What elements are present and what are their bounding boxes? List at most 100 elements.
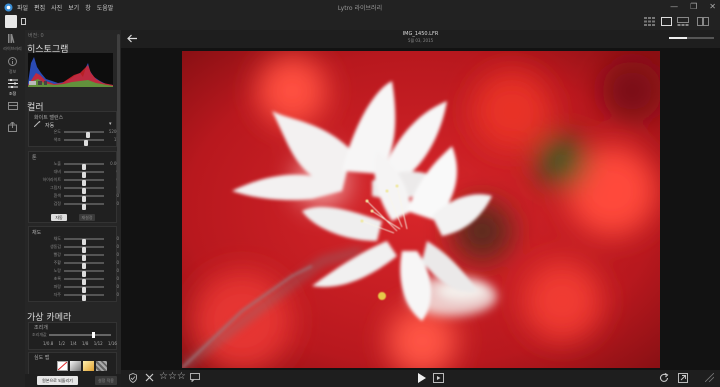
color-slider-track[interactable] xyxy=(64,278,104,285)
color-slider-row[interactable]: 빨강 0 xyxy=(25,251,121,261)
tone-slider-label: 노출 xyxy=(53,161,61,166)
tone-slider-track[interactable] xyxy=(64,171,104,178)
single-view-icon[interactable] xyxy=(661,17,672,28)
depth-swatch-light[interactable] xyxy=(70,361,81,371)
tone-slider-row[interactable]: 흰색 0 xyxy=(25,192,121,202)
depth-swatch-none[interactable] xyxy=(57,361,68,371)
minimize-button[interactable]: — xyxy=(670,2,678,11)
eyedropper-icon[interactable] xyxy=(33,121,43,128)
menu-window[interactable]: 창 xyxy=(85,3,91,12)
rail-stack[interactable] xyxy=(2,102,23,112)
comment-icon[interactable] xyxy=(190,373,200,384)
color-slider-track[interactable] xyxy=(64,262,104,269)
panel-scrollbar[interactable] xyxy=(117,34,120,194)
rail-adjust[interactable]: 조정 xyxy=(2,79,23,97)
play-icon[interactable] xyxy=(418,373,426,385)
histogram-clip-shadows-icon[interactable] xyxy=(29,81,36,85)
chevron-down-icon[interactable]: ▾ xyxy=(109,121,112,127)
menu-help[interactable]: 도움말 xyxy=(97,3,114,12)
tone-slider-track[interactable] xyxy=(64,187,104,194)
tone-slider-label: 흰색 xyxy=(53,193,61,198)
fstop-label: 1/2 xyxy=(58,341,65,346)
menu-file[interactable]: 파일 xyxy=(17,3,28,12)
white-balance-slider-row[interactable]: 색조17 xyxy=(25,136,121,146)
zoom-slider[interactable] xyxy=(669,37,714,39)
rating-stars[interactable]: ☆☆☆ xyxy=(159,371,186,382)
import-button[interactable] xyxy=(5,15,17,28)
color-slider-value: 0 xyxy=(116,292,119,297)
tone-reset-button[interactable]: 재설정 xyxy=(79,214,95,221)
color-slider-track[interactable] xyxy=(64,254,104,261)
tone-slider-label: 그림자 xyxy=(49,185,61,190)
adjust-icon xyxy=(7,79,18,90)
white-balance-slider-row[interactable]: 온도 5200 xyxy=(25,128,121,138)
toolbar xyxy=(0,14,720,30)
file-date: 5월 03, 2015 xyxy=(407,38,434,43)
tone-slider-row[interactable]: 대비0 xyxy=(25,168,121,178)
color-slider-track[interactable] xyxy=(64,294,104,301)
white-balance-slider-knob[interactable] xyxy=(84,140,88,146)
color-slider-label: 주황 xyxy=(53,260,61,265)
tone-slider-track[interactable] xyxy=(64,179,104,186)
tone-slider-row[interactable]: 그림자0 xyxy=(25,184,121,194)
aperture-slider[interactable] xyxy=(49,332,111,338)
compare-view-icon[interactable] xyxy=(697,17,709,28)
maximize-button[interactable]: ❐ xyxy=(690,2,697,11)
close-button[interactable]: ✕ xyxy=(709,2,716,11)
color-slider-row[interactable]: 주황 0 xyxy=(25,259,121,269)
color-slider-track[interactable] xyxy=(64,286,104,293)
tone-slider-label: 검정 xyxy=(53,201,61,206)
new-window-icon[interactable] xyxy=(21,18,26,25)
color-slider-track[interactable] xyxy=(64,238,104,245)
rail-library-label: 라이브러리 xyxy=(3,46,22,51)
shield-check-icon[interactable] xyxy=(129,373,137,385)
rail-info[interactable]: 정보 xyxy=(2,57,23,75)
white-balance-slider-track[interactable] xyxy=(64,139,104,146)
menu-photo[interactable]: 사진 xyxy=(51,3,62,12)
menu-edit[interactable]: 편집 xyxy=(34,3,45,12)
reject-x-icon[interactable] xyxy=(145,373,154,384)
left-rail: 라이브러리 정보 조정 xyxy=(0,30,25,387)
expand-icon[interactable] xyxy=(704,372,715,384)
aperture-sub-label: 조리개값 xyxy=(32,332,47,337)
filmstrip-view-icon[interactable] xyxy=(677,17,689,28)
tone-slider-row[interactable]: 검정 0 xyxy=(25,200,121,210)
tone-slider-track[interactable] xyxy=(64,195,104,202)
color-slider-row[interactable]: 파랑 0 xyxy=(25,283,121,293)
white-balance-slider-label: 온도 xyxy=(53,129,61,134)
white-balance-slider-track[interactable] xyxy=(64,131,104,138)
color-slider-row[interactable]: 초록 0 xyxy=(25,275,121,285)
tone-auto-button[interactable]: 자동 xyxy=(51,214,67,221)
color-slider-row[interactable]: 생동감 0 xyxy=(25,243,121,253)
grid-view-icon[interactable] xyxy=(644,17,656,28)
tone-slider-knob[interactable] xyxy=(82,204,86,210)
tone-slider-track[interactable] xyxy=(64,203,104,210)
color-slider-row[interactable]: 채도 0 xyxy=(25,235,121,245)
rotate-icon[interactable] xyxy=(659,373,669,385)
color-slider-track[interactable] xyxy=(64,246,104,253)
apply-settings-button[interactable]: 설정 적용 xyxy=(95,376,117,385)
depth-swatch-warm[interactable] xyxy=(83,361,94,371)
menu-view[interactable]: 보기 xyxy=(68,3,79,12)
histogram-info-icon[interactable] xyxy=(44,81,47,85)
color-slider-knob[interactable] xyxy=(82,295,86,301)
slideshow-icon[interactable] xyxy=(433,373,444,385)
histogram-clip-highlights-icon[interactable] xyxy=(38,81,42,85)
tone-slider-row[interactable]: 하이라이트0 xyxy=(25,176,121,186)
window-controls: — ❐ ✕ xyxy=(670,2,716,11)
revert-original-button[interactable]: 원본으로 되돌리기 xyxy=(37,376,78,385)
aperture-box: 조리개 조리개값 1/0.8 1/2 1/4 1/8 1/12 1/16 xyxy=(28,322,117,350)
color-slider-row[interactable]: 자주 0 xyxy=(25,291,121,301)
color-slider-track[interactable] xyxy=(64,270,104,277)
share-icon[interactable] xyxy=(678,373,688,385)
tone-slider-row[interactable]: 노출 0.00 xyxy=(25,160,121,170)
lytro-logo-icon xyxy=(3,2,13,12)
aperture-slider-knob[interactable] xyxy=(92,332,96,338)
depth-swatch-pattern[interactable] xyxy=(96,361,107,371)
tone-slider-track[interactable] xyxy=(64,163,104,170)
rail-library[interactable]: 라이브러리 xyxy=(2,33,23,52)
viewer-footer: ☆☆☆ xyxy=(121,370,720,387)
rail-export[interactable] xyxy=(2,121,23,134)
main-photo[interactable] xyxy=(182,51,660,368)
color-slider-row[interactable]: 노랑 0 xyxy=(25,267,121,277)
